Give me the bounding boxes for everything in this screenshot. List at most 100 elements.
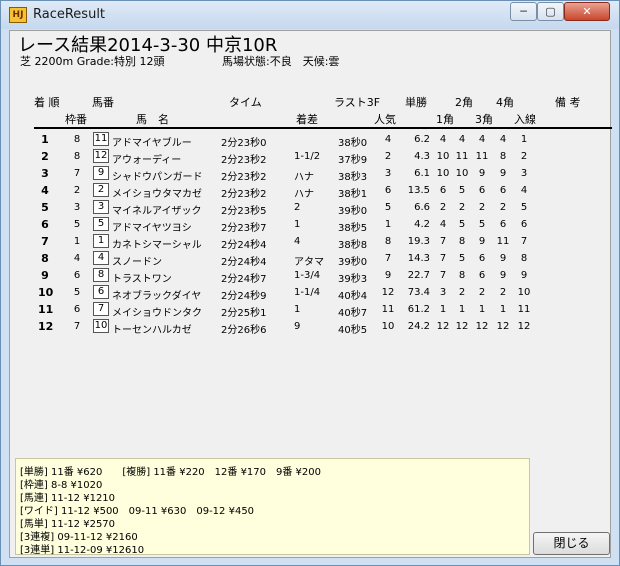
bracket-number: 3 bbox=[73, 202, 81, 213]
header-tansho: 単勝 bbox=[405, 96, 427, 109]
finish-position: 10 bbox=[38, 286, 54, 299]
win-odds: 4.2 bbox=[414, 219, 430, 230]
margin: ハナ bbox=[294, 189, 314, 200]
bracket-number: 8 bbox=[73, 134, 81, 145]
bracket-number: 5 bbox=[73, 219, 81, 230]
table-row: 7 1 1 カネトシマーシャル 2分24秒4 4 38秒8 8 19.3 7 8… bbox=[0, 233, 620, 251]
corner-1: 4 bbox=[439, 219, 447, 230]
last-3f: 39秒0 bbox=[338, 257, 368, 268]
finish-order: 7 bbox=[520, 236, 528, 247]
popularity: 10 bbox=[381, 321, 395, 332]
margin: 2 bbox=[294, 202, 301, 213]
last-3f: 38秒5 bbox=[338, 223, 368, 234]
horse-name: ネオブラックダイヤ bbox=[112, 291, 202, 302]
header-kaku2: 2角 bbox=[455, 96, 473, 109]
corner-2: 8 bbox=[458, 270, 466, 281]
race-time: 2分24秒9 bbox=[221, 291, 267, 302]
horse-name: アドマイヤツヨシ bbox=[112, 223, 192, 234]
corner-1: 6 bbox=[439, 185, 447, 196]
table-row: 12 7 10 トーセンハルカゼ 2分26秒6 9 40秒5 10 24.2 1… bbox=[0, 318, 620, 336]
corner-2: 4 bbox=[458, 134, 466, 145]
win-odds: 4.3 bbox=[414, 151, 430, 162]
header-margin: 着差 bbox=[296, 113, 318, 126]
corner-4: 12 bbox=[496, 321, 510, 332]
corner-4: 9 bbox=[499, 270, 507, 281]
last-3f: 37秒9 bbox=[338, 155, 368, 166]
popularity: 9 bbox=[384, 270, 392, 281]
corner-1: 7 bbox=[439, 253, 447, 264]
minimize-button[interactable]: ─ bbox=[510, 2, 537, 21]
last-3f: 38秒0 bbox=[338, 138, 368, 149]
table-row: 11 6 7 メイショウドンタク 2分25秒1 1 40秒7 11 61.2 1… bbox=[0, 301, 620, 319]
horse-number: 6 bbox=[93, 285, 109, 299]
corner-2: 2 bbox=[458, 287, 466, 298]
window-close-button[interactable]: ✕ bbox=[564, 2, 610, 21]
header-kaku3: 3角 bbox=[475, 113, 493, 126]
horse-name: メイショウタマカゼ bbox=[112, 189, 202, 200]
table-row: 8 4 4 スノードン 2分24秒4 アタマ 39秒0 7 14.3 7 5 6… bbox=[0, 250, 620, 268]
corner-3: 9 bbox=[478, 168, 486, 179]
corner-2: 11 bbox=[455, 151, 469, 162]
corner-3: 6 bbox=[478, 270, 486, 281]
corner-1: 10 bbox=[436, 151, 450, 162]
payout-trifecta: [3連単] 11-12-09 ¥12610 bbox=[20, 545, 145, 556]
corner-4: 1 bbox=[499, 304, 507, 315]
margin: アタマ bbox=[294, 257, 324, 268]
horse-name: トーセンハルカゼ bbox=[112, 325, 192, 336]
finish-order: 6 bbox=[520, 219, 528, 230]
corner-2: 8 bbox=[458, 236, 466, 247]
margin: 1-1/2 bbox=[294, 151, 321, 162]
horse-number: 12 bbox=[93, 149, 109, 163]
corner-3: 6 bbox=[478, 185, 486, 196]
corner-3: 2 bbox=[478, 202, 486, 213]
horse-number: 1 bbox=[93, 234, 109, 248]
horse-number: 9 bbox=[93, 166, 109, 180]
popularity: 3 bbox=[384, 168, 392, 179]
race-time: 2分26秒6 bbox=[221, 325, 267, 336]
last-3f: 38秒8 bbox=[338, 240, 368, 251]
corner-4: 4 bbox=[499, 134, 507, 145]
corner-4: 9 bbox=[499, 253, 507, 264]
win-odds: 73.4 bbox=[407, 287, 430, 298]
horse-number: 5 bbox=[93, 217, 109, 231]
corner-1: 12 bbox=[436, 321, 450, 332]
finish-order: 11 bbox=[517, 304, 531, 315]
horse-name: アウォーディー bbox=[112, 155, 182, 166]
corner-4: 6 bbox=[499, 185, 507, 196]
race-info: 芝 2200m Grade:特別 12頭 bbox=[20, 55, 165, 68]
title-bar[interactable]: HJ RaceResult ─ ▢ ✕ bbox=[1, 1, 619, 29]
margin: 9 bbox=[294, 321, 301, 332]
header-kaku1: 1角 bbox=[436, 113, 454, 126]
finish-position: 8 bbox=[41, 252, 49, 265]
horse-number: 3 bbox=[93, 200, 109, 214]
close-button[interactable]: 閉じる bbox=[533, 532, 610, 555]
margin: 1-1/4 bbox=[294, 287, 321, 298]
finish-position: 1 bbox=[41, 133, 49, 146]
corner-3: 4 bbox=[478, 134, 486, 145]
corner-4: 2 bbox=[499, 287, 507, 298]
finish-order: 5 bbox=[520, 202, 528, 213]
win-odds: 14.3 bbox=[407, 253, 430, 264]
finish-position: 11 bbox=[38, 303, 54, 316]
finish-order: 10 bbox=[517, 287, 531, 298]
bracket-number: 8 bbox=[73, 151, 81, 162]
corner-1: 10 bbox=[436, 168, 450, 179]
payout-panel: [単勝] 11番 ¥620 [複勝] 11番 ¥220 12番 ¥170 9番 … bbox=[15, 458, 530, 556]
horse-number: 4 bbox=[93, 251, 109, 265]
finish-position: 4 bbox=[41, 184, 49, 197]
corner-1: 2 bbox=[439, 202, 447, 213]
horse-name: シャドウパンガード bbox=[112, 172, 203, 183]
horse-number: 8 bbox=[93, 268, 109, 282]
bracket-number: 7 bbox=[73, 321, 81, 332]
maximize-button[interactable]: ▢ bbox=[537, 2, 564, 21]
popularity: 2 bbox=[384, 151, 392, 162]
header-popularity: 人気 bbox=[374, 113, 396, 126]
finish-order: 9 bbox=[520, 270, 528, 281]
race-time: 2分23秒5 bbox=[221, 206, 267, 217]
corner-3: 2 bbox=[478, 287, 486, 298]
corner-2: 5 bbox=[458, 185, 466, 196]
corner-3: 11 bbox=[475, 151, 489, 162]
finish-position: 6 bbox=[41, 218, 49, 231]
race-time: 2分23秒0 bbox=[221, 138, 267, 149]
corner-2: 12 bbox=[455, 321, 469, 332]
